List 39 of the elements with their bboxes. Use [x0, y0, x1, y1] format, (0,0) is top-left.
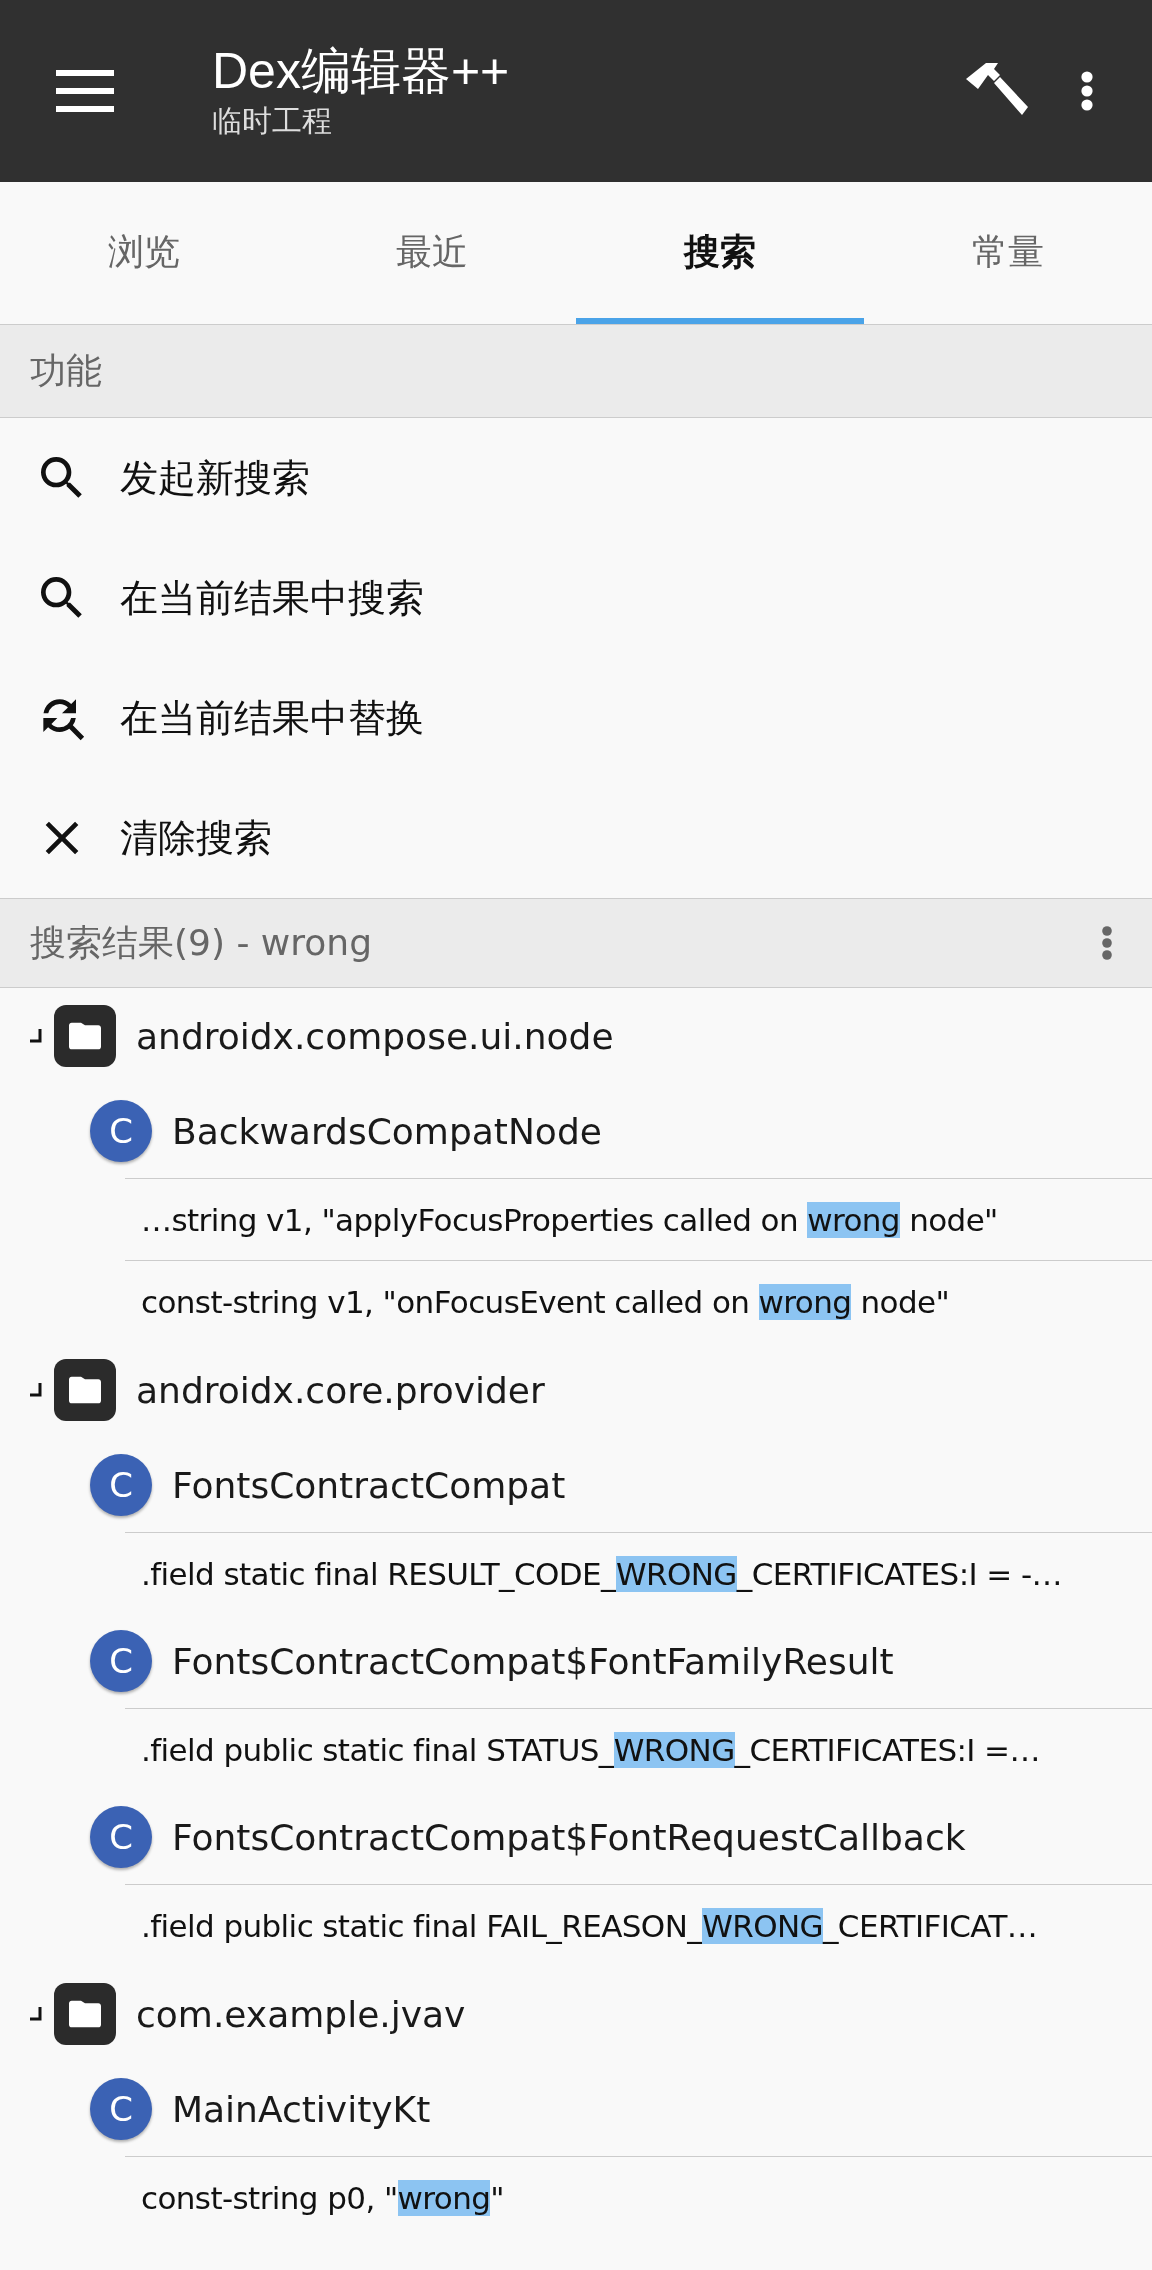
expander-icon[interactable]	[28, 1383, 42, 1397]
app-title: Dex编辑器++	[212, 42, 511, 101]
menu-item[interactable]: 清除搜索	[0, 778, 1152, 898]
class-name[interactable]: FontsContractCompat$FontRequestCallback	[172, 1816, 966, 1858]
expander-icon[interactable]	[28, 1029, 42, 1043]
class-badge: C	[90, 1630, 152, 1692]
menu-item[interactable]: 在当前结果中搜索	[0, 538, 1152, 658]
package-icon	[54, 1983, 116, 2045]
class-name[interactable]: BackwardsCompatNode	[172, 1110, 602, 1152]
match-line[interactable]: const-string v1, "onFocusEvent called on wrong node"	[125, 1260, 1152, 1342]
match-line[interactable]: …string v1, "applyFocusProperties called on wrong node"	[125, 1178, 1152, 1260]
match-line[interactable]: const-string p0, "wrong"	[125, 2156, 1152, 2238]
menu-item[interactable]: 在当前结果中替换	[0, 658, 1152, 778]
class-badge: C	[90, 1100, 152, 1162]
tab[interactable]: 最近	[288, 182, 576, 324]
package-name[interactable]: androidx.compose.ui.node	[136, 1015, 614, 1057]
package-name[interactable]: androidx.core.provider	[136, 1369, 545, 1411]
section-title: 功能	[30, 348, 102, 393]
match-line[interactable]: .field public static final FAIL_REASON_WRONG_CERTIFICAT…	[125, 1884, 1152, 1966]
package-icon	[54, 1005, 116, 1067]
class-badge: C	[90, 1454, 152, 1516]
package-icon	[54, 1359, 116, 1421]
results-title: 搜索结果(9) - wrong	[30, 920, 373, 965]
class-badge: C	[90, 2078, 152, 2140]
match-line[interactable]: .field public static final STATUS_WRONG_CERTIFICATES:I =…	[125, 1708, 1152, 1790]
class-name[interactable]: FontsContractCompat	[172, 1464, 566, 1506]
class-name[interactable]: FontsContractCompat$FontFamilyResult	[172, 1640, 894, 1682]
expander-icon[interactable]	[28, 2007, 42, 2021]
menu-icon	[56, 70, 114, 112]
more-icon	[1101, 925, 1113, 961]
tab[interactable]: 常量	[864, 182, 1152, 324]
tab[interactable]: 浏览	[0, 182, 288, 324]
class-badge: C	[90, 1806, 152, 1868]
class-name[interactable]: MainActivityKt	[172, 2088, 431, 2130]
match-line[interactable]: .field static final RESULT_CODE_WRONG_CERTIFICATES:I = -…	[125, 1532, 1152, 1614]
more-icon	[1080, 70, 1094, 112]
package-name[interactable]: com.example.jvav	[136, 1993, 466, 2035]
menu-item[interactable]: 发起新搜索	[0, 418, 1152, 538]
project-subtitle: 临时工程	[212, 102, 333, 140]
